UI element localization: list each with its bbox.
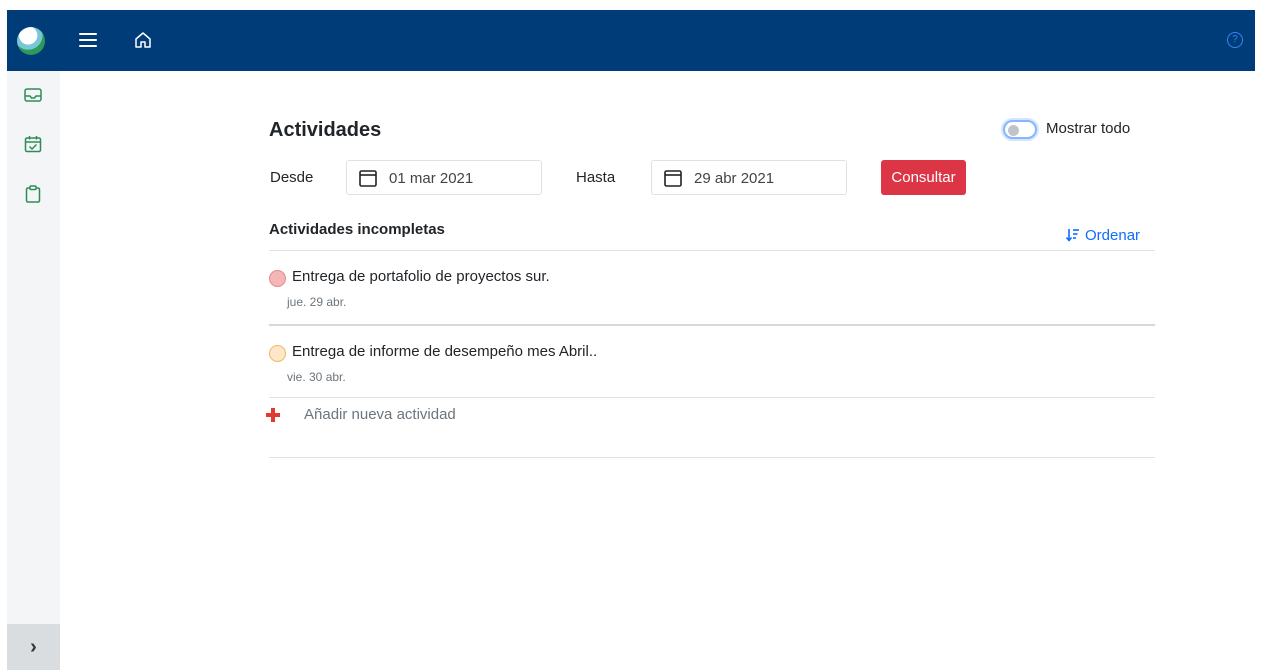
top-bar: ?: [7, 10, 1255, 71]
clipboard-icon[interactable]: [23, 184, 43, 204]
sidebar: [7, 71, 60, 670]
from-label: Desde: [270, 169, 314, 186]
sort-label: Ordenar: [1085, 227, 1141, 244]
divider: [269, 324, 1155, 326]
activity-date: jue. 29 abr.: [287, 295, 347, 309]
home-icon[interactable]: [133, 30, 153, 50]
calendar-icon: [664, 170, 682, 187]
calendar-check-icon[interactable]: [23, 134, 43, 154]
activity-title: Entrega de informe de desempeño mes Abri…: [292, 343, 598, 360]
divider: [269, 457, 1155, 458]
divider: [269, 397, 1155, 398]
app-logo[interactable]: [17, 27, 45, 55]
expand-sidebar-button[interactable]: ›: [7, 624, 60, 670]
to-date-value: 29 abr 2021: [694, 170, 775, 187]
section-title: Actividades incompletas: [269, 221, 445, 238]
to-date-field[interactable]: 29 abr 2021: [651, 160, 847, 195]
plus-icon: [266, 408, 280, 422]
show-all-toggle[interactable]: [1003, 120, 1037, 139]
inbox-icon[interactable]: [23, 85, 43, 105]
status-dot[interactable]: [269, 345, 286, 362]
sort-icon: [1066, 229, 1079, 242]
from-date-field[interactable]: 01 mar 2021: [346, 160, 542, 195]
from-date-value: 01 mar 2021: [389, 170, 474, 187]
add-activity-label: Añadir nueva actividad: [304, 406, 456, 423]
page-title: Actividades: [269, 119, 382, 141]
status-dot[interactable]: [269, 270, 286, 287]
consultar-button[interactable]: Consultar: [881, 160, 966, 195]
help-icon[interactable]: ?: [1227, 32, 1243, 48]
calendar-icon: [359, 170, 377, 187]
sort-button[interactable]: Ordenar: [1066, 227, 1140, 244]
activity-date: vie. 30 abr.: [287, 370, 346, 384]
to-label: Hasta: [576, 169, 616, 186]
hamburger-menu-button[interactable]: [79, 32, 97, 48]
show-all-label: Mostrar todo: [1046, 120, 1131, 137]
divider: [269, 250, 1155, 251]
toggle-knob: [1008, 125, 1019, 136]
activity-title: Entrega de portafolio de proyectos sur.: [292, 268, 550, 285]
